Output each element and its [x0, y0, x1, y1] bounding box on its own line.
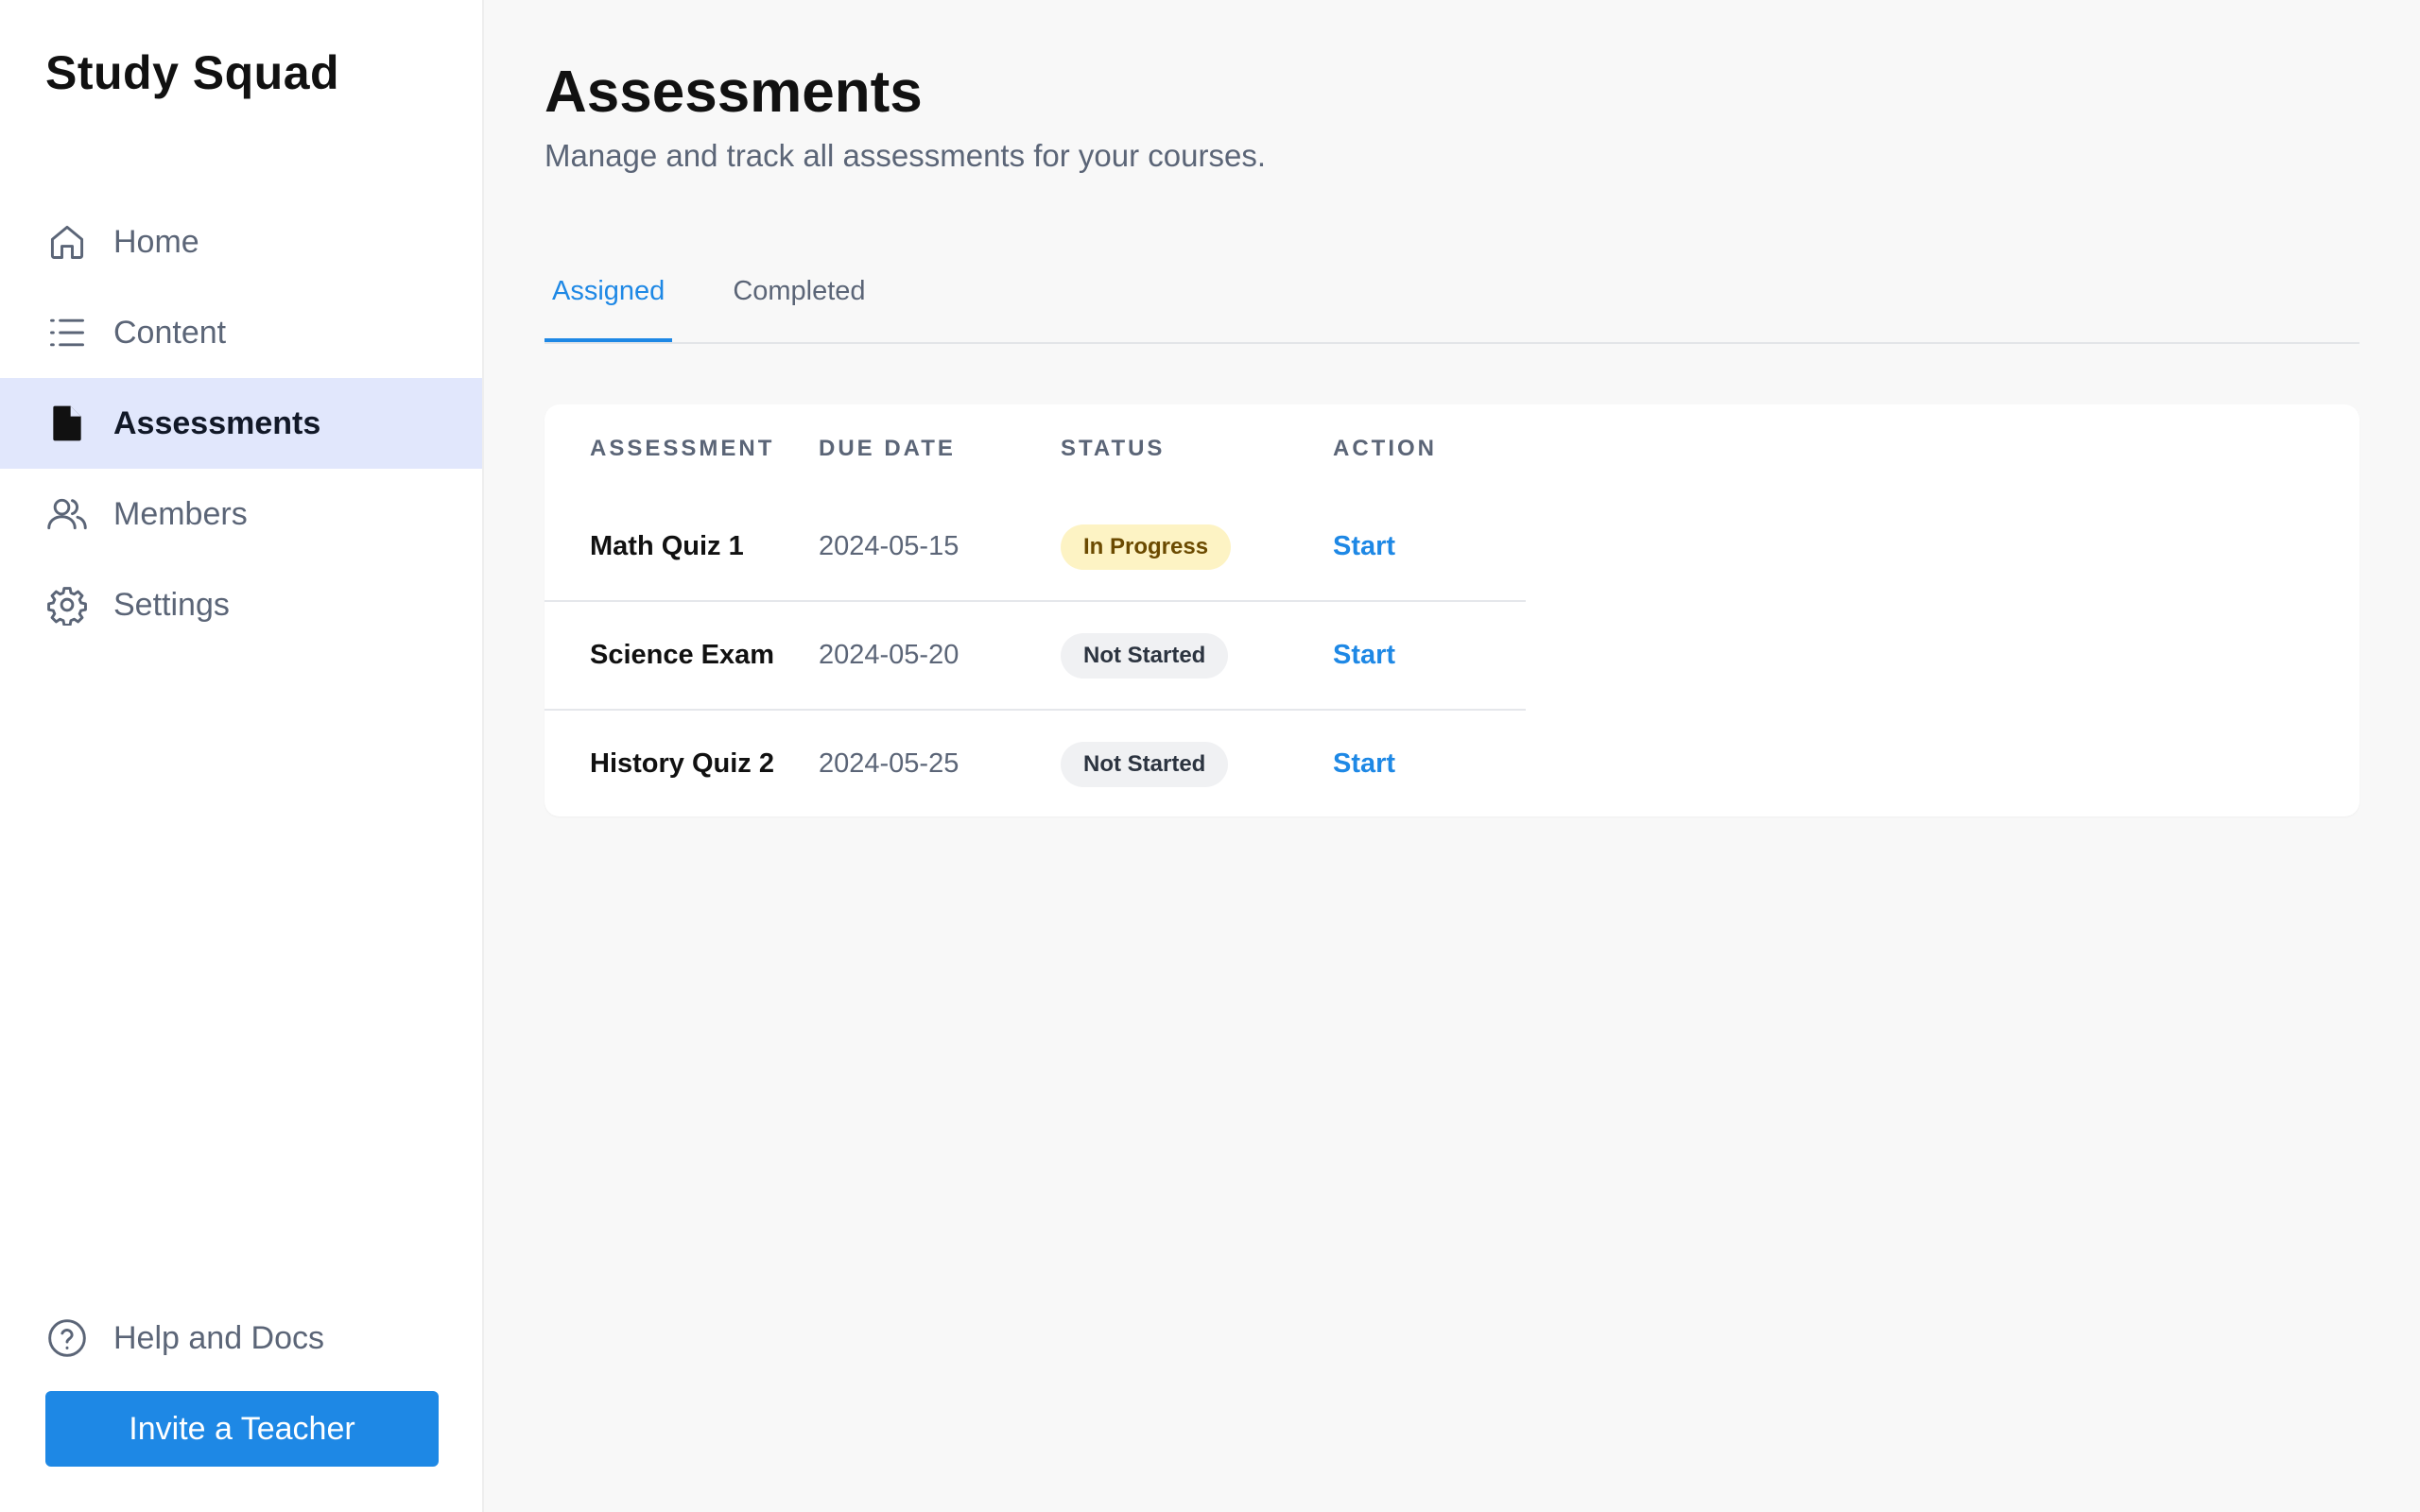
status-cell: Not Started	[1061, 710, 1333, 817]
action-cell: Start	[1333, 493, 1526, 601]
tab-assigned[interactable]: Assigned	[544, 255, 673, 342]
start-button[interactable]: Start	[1333, 531, 1395, 561]
due-date: 2024-05-25	[819, 748, 959, 779]
help-icon	[45, 1316, 89, 1360]
sidebar-item-label: Assessments	[113, 404, 321, 441]
status-badge: Not Started	[1061, 632, 1229, 679]
gear-icon	[45, 583, 89, 627]
brand-title: Study Squad	[45, 46, 340, 99]
assessment-name: Science Exam	[590, 640, 775, 670]
start-button[interactable]: Start	[1333, 640, 1395, 670]
help-and-docs-label: Help and Docs	[113, 1319, 325, 1356]
start-button[interactable]: Start	[1333, 748, 1395, 779]
sidebar-item-label: Settings	[113, 586, 230, 623]
sidebar-item-label: Home	[113, 223, 199, 260]
tab-completed[interactable]: Completed	[733, 255, 865, 342]
column-header-assessment: ASSESSMENT	[590, 436, 775, 461]
column-header-status: STATUS	[1061, 436, 1166, 461]
table-row: Science Exam 2024-05-20 Not Started Star…	[544, 601, 1526, 710]
status-cell: In Progress	[1061, 493, 1333, 601]
help-and-docs-link[interactable]: Help and Docs	[0, 1293, 482, 1383]
document-icon	[45, 402, 89, 445]
due-date: 2024-05-15	[819, 531, 959, 561]
sidebar: Study Squad Home Content Assessments Mem…	[0, 0, 484, 1512]
table-header-row: ASSESSMENT DUE DATE STATUS ACTION	[544, 404, 1526, 493]
app-root: Study Squad Home Content Assessments Mem…	[0, 0, 2420, 1512]
main-content: Assessments Manage and track all assessm…	[484, 0, 2420, 1512]
column-header-action: ACTION	[1333, 436, 1437, 461]
sidebar-item-label: Content	[113, 314, 227, 351]
due-date: 2024-05-20	[819, 640, 959, 670]
sidebar-item-assessments[interactable]: Assessments	[0, 378, 482, 469]
tab-bar: Assigned Completed	[544, 255, 2360, 344]
page-subtitle: Manage and track all assessments for you…	[544, 138, 1267, 173]
table-row: History Quiz 2 2024-05-25 Not Started St…	[544, 710, 1526, 817]
sidebar-item-settings[interactable]: Settings	[0, 559, 482, 650]
status-badge: In Progress	[1061, 524, 1232, 570]
list-icon	[45, 311, 89, 354]
column-header-due-date: DUE DATE	[819, 436, 956, 461]
status-cell: Not Started	[1061, 601, 1333, 710]
home-icon	[45, 220, 89, 264]
assessments-table: ASSESSMENT DUE DATE STATUS ACTION Math Q…	[544, 404, 1526, 817]
sidebar-item-label: Members	[113, 495, 248, 532]
users-icon	[45, 492, 89, 536]
sidebar-nav: Home Content Assessments Members Setting…	[0, 197, 482, 650]
status-badge: Not Started	[1061, 741, 1229, 787]
action-cell: Start	[1333, 710, 1526, 817]
assessments-table-card: ASSESSMENT DUE DATE STATUS ACTION Math Q…	[544, 404, 2360, 816]
assessment-name: History Quiz 2	[590, 748, 774, 779]
table-row: Math Quiz 1 2024-05-15 In Progress Start	[544, 493, 1526, 601]
sidebar-bottom: Help and Docs	[0, 1293, 482, 1383]
page-title: Assessments	[544, 60, 923, 125]
action-cell: Start	[1333, 601, 1526, 710]
sidebar-item-members[interactable]: Members	[0, 469, 482, 559]
invite-teacher-button[interactable]: Invite a Teacher	[45, 1391, 439, 1467]
assessment-name: Math Quiz 1	[590, 531, 744, 561]
sidebar-item-content[interactable]: Content	[0, 287, 482, 378]
sidebar-item-home[interactable]: Home	[0, 197, 482, 287]
